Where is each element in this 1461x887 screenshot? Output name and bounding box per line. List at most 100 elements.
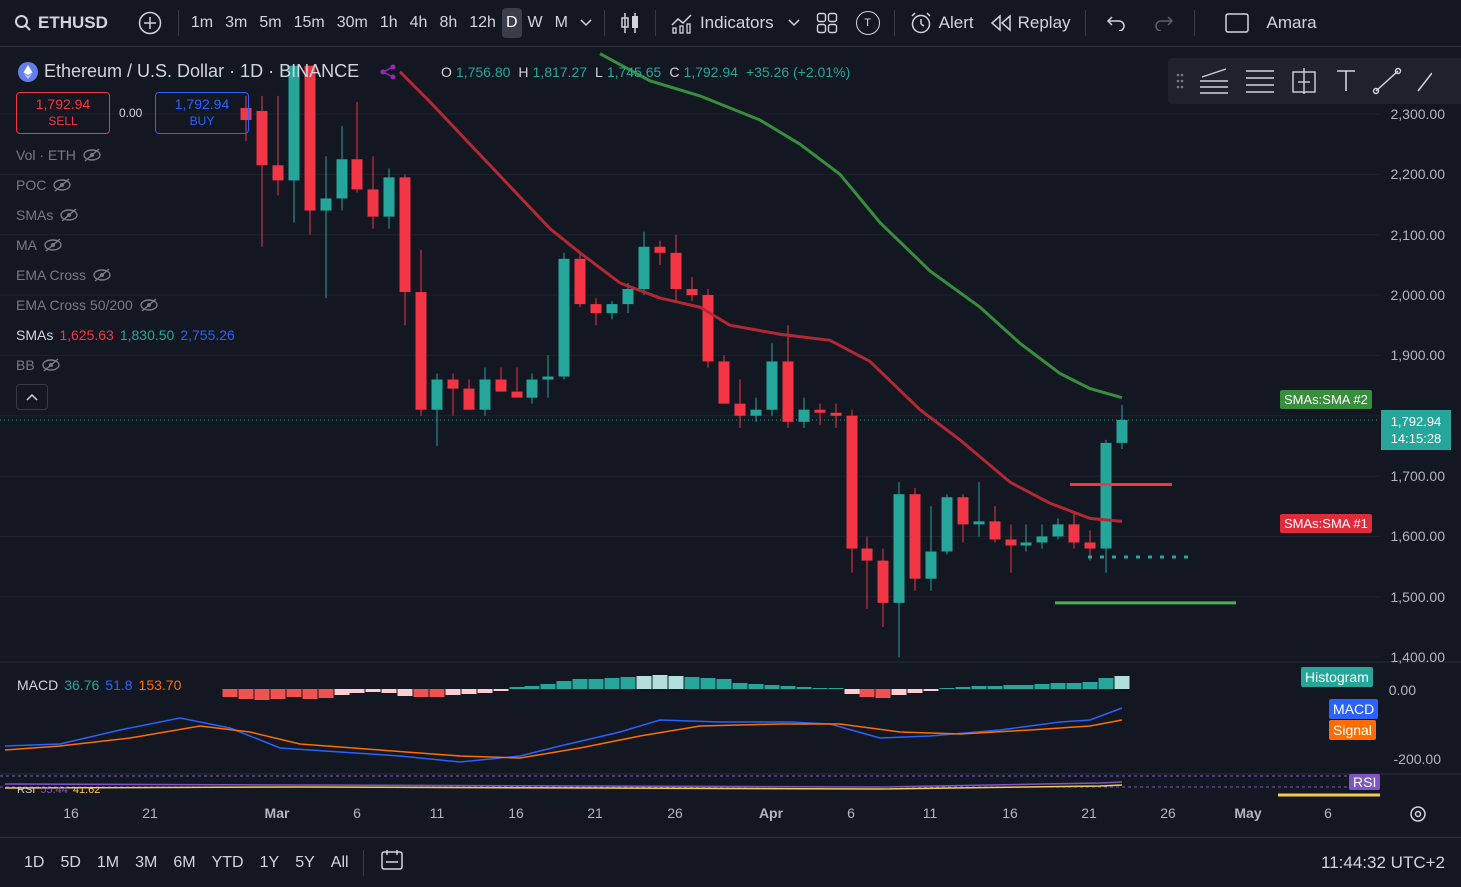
macd-histogram-bar — [334, 689, 350, 695]
timeframe-30m[interactable]: 30m — [331, 8, 374, 38]
timeframe-D[interactable]: D — [501, 8, 522, 38]
candle-body — [399, 177, 411, 293]
candle-body — [383, 177, 395, 217]
timeframe-M[interactable]: M — [549, 8, 574, 38]
candle-body — [1052, 524, 1064, 537]
template-button[interactable]: T — [848, 0, 888, 46]
fullscreen-button[interactable] — [1201, 0, 1263, 46]
drag-handle-icon[interactable] — [1176, 72, 1184, 90]
legend-collapse-button[interactable] — [16, 384, 48, 410]
timeframe-group: 1m 3m 5m 15m 30m 1h 4h 8h 12h D W M — [185, 8, 574, 38]
range-1y[interactable]: 1Y — [252, 854, 288, 872]
macd-histogram-bar — [588, 679, 604, 689]
price-chart[interactable] — [0, 47, 1461, 837]
buy-label: BUY — [189, 114, 215, 128]
patterns-icon[interactable] — [1290, 67, 1320, 95]
candle-body — [654, 246, 666, 253]
candle-body — [957, 497, 969, 525]
timeframe-8h[interactable]: 8h — [433, 8, 463, 38]
candle-body — [447, 379, 459, 389]
eye-hidden-icon[interactable] — [41, 358, 61, 372]
divider — [362, 849, 364, 876]
macd-histogram-bar — [493, 689, 509, 691]
range-all[interactable]: All — [323, 854, 357, 872]
timeframe-4h[interactable]: 4h — [404, 8, 434, 38]
range-6m[interactable]: 6M — [165, 854, 203, 872]
calendar-range-icon — [380, 850, 403, 870]
trend-lines-icon[interactable] — [1198, 67, 1230, 95]
range-1m[interactable]: 1M — [89, 854, 127, 872]
chart-area[interactable] — [0, 47, 1461, 837]
eye-hidden-icon[interactable] — [82, 148, 102, 162]
bottom-toolbar: 1D 5D 1M 3M 6M YTD 1Y 5Y All 11:44:32 UTC+2 — [0, 837, 1461, 887]
timeframe-1m[interactable]: 1m — [185, 8, 219, 38]
range-1d[interactable]: 1D — [16, 854, 52, 872]
undo-button[interactable] — [1092, 0, 1140, 46]
symbol-title[interactable]: Ethereum / U.S. Dollar · 1D · BINANCE — [44, 61, 359, 82]
buy-button[interactable]: 1,792.94 BUY — [155, 92, 249, 134]
replay-button[interactable]: Replay — [982, 0, 1079, 46]
eye-hidden-icon[interactable] — [59, 208, 79, 222]
symbol-search-button[interactable]: ETHUSD — [0, 0, 116, 46]
sell-label: SELL — [48, 114, 78, 128]
candle-body — [861, 548, 873, 561]
timeframe-W[interactable]: W — [522, 8, 549, 38]
eye-hidden-icon[interactable] — [139, 298, 159, 312]
legend-item[interactable]: EMA Cross 50/200 — [16, 295, 159, 315]
legend-bb[interactable]: BB — [16, 355, 61, 375]
text-tool-icon[interactable] — [1334, 67, 1358, 95]
legend-item[interactable]: MA — [16, 235, 63, 255]
legend-smas[interactable]: SMAs 1,625.63 1,830.50 2,755.26 — [16, 325, 235, 345]
brush-icon[interactable] — [1372, 67, 1402, 95]
timeframe-dropdown[interactable] — [574, 0, 598, 46]
range-5y[interactable]: 5Y — [287, 854, 323, 872]
candle-body — [1005, 539, 1017, 546]
high-label: H — [518, 64, 529, 80]
macd-histogram-bar — [1114, 676, 1130, 689]
macd-histogram-bar — [524, 686, 540, 689]
indicators-dropdown[interactable] — [782, 0, 806, 46]
range-5d[interactable]: 5D — [52, 854, 88, 872]
date-range-button[interactable] — [370, 849, 414, 876]
pencil-icon[interactable] — [1416, 67, 1432, 95]
alert-button[interactable]: Alert — [901, 0, 982, 46]
rsi-legend: RSI 55.44 41.62 — [17, 787, 100, 795]
alarm-clock-icon — [911, 12, 931, 34]
user-menu[interactable]: Amara — [1263, 0, 1317, 46]
range-3m[interactable]: 3M — [127, 854, 165, 872]
add-symbol-button[interactable] — [116, 0, 172, 46]
legend-item-label: MA — [16, 237, 37, 253]
eye-hidden-icon[interactable] — [43, 238, 63, 252]
indicators-icon — [671, 14, 692, 34]
chart-type-button[interactable] — [611, 0, 649, 46]
clock[interactable]: 11:44:32 UTC+2 — [1321, 853, 1445, 873]
legend-item[interactable]: Vol · ETH — [16, 145, 102, 165]
legend-item[interactable]: EMA Cross — [16, 265, 112, 285]
timeframe-1h[interactable]: 1h — [374, 8, 404, 38]
redo-button[interactable] — [1140, 0, 1188, 46]
search-icon — [15, 15, 31, 31]
fib-retracement-icon[interactable] — [1244, 67, 1276, 95]
candle-body — [558, 258, 570, 377]
symbol-label: ETHUSD — [38, 13, 108, 32]
macd-tag: MACD — [1329, 699, 1379, 719]
timeframe-3m[interactable]: 3m — [219, 8, 253, 38]
eye-hidden-icon[interactable] — [92, 268, 112, 282]
sell-button[interactable]: 1,792.94 SELL — [16, 92, 110, 134]
chart-settings-button[interactable] — [1408, 804, 1428, 829]
indicators-button[interactable]: Indicators — [662, 0, 782, 46]
share-icon[interactable] — [379, 63, 397, 81]
symbol-header: Ethereum / U.S. Dollar · 1D · BINANCE — [18, 61, 397, 82]
range-ytd[interactable]: YTD — [204, 854, 252, 872]
macd-histogram-bar — [445, 689, 461, 695]
macd-signal-value: 153.70 — [138, 677, 182, 693]
layouts-button[interactable] — [806, 0, 848, 46]
candle-body — [989, 521, 1001, 540]
timeframe-5m[interactable]: 5m — [253, 8, 287, 38]
eye-hidden-icon[interactable] — [52, 178, 72, 192]
legend-item[interactable]: POC — [16, 175, 72, 195]
sma-1-line — [398, 70, 1123, 523]
timeframe-15m[interactable]: 15m — [288, 8, 331, 38]
legend-item[interactable]: SMAs — [16, 205, 79, 225]
timeframe-12h[interactable]: 12h — [463, 8, 502, 38]
